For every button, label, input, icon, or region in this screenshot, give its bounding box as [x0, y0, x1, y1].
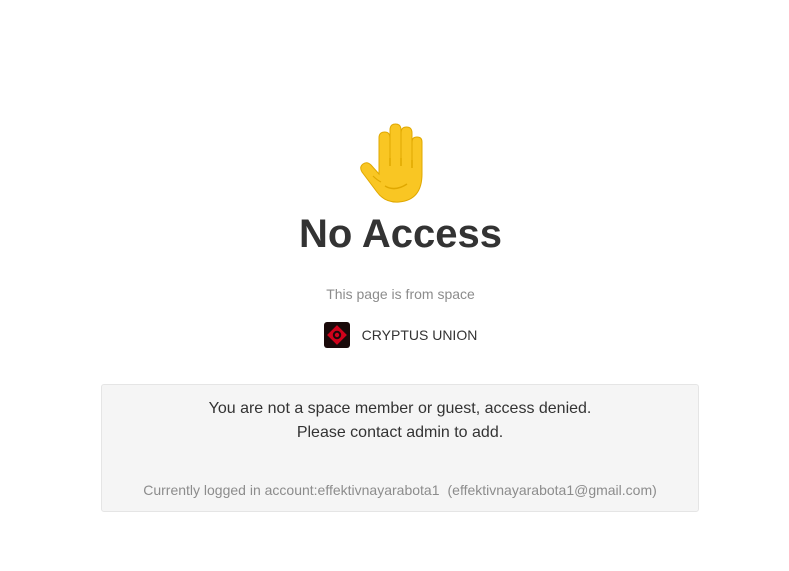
access-denied-notice: You are not a space member or guest, acc…	[101, 384, 699, 512]
account-name: effektivnayarabota1	[317, 482, 440, 498]
space-info: CRYPTUS UNION	[0, 322, 789, 348]
space-source-label: This page is from space	[326, 286, 475, 302]
account-label: Currently logged in account:	[143, 482, 318, 498]
raised-hand-icon	[0, 120, 789, 206]
account-email: (effektivnayarabota1@gmail.com)	[447, 482, 657, 498]
page-title: No Access	[298, 212, 503, 256]
access-denied-message: You are not a space member or guest, acc…	[208, 400, 592, 417]
logged-in-account: Currently logged in account:effektivnaya…	[102, 481, 698, 499]
no-access-page: No Access This page is from space CRYPTU…	[0, 0, 789, 571]
space-name: CRYPTUS UNION	[361, 327, 478, 343]
contact-admin-message: Please contact admin to add.	[296, 424, 504, 441]
cryptus-union-logo-icon	[323, 322, 350, 348]
